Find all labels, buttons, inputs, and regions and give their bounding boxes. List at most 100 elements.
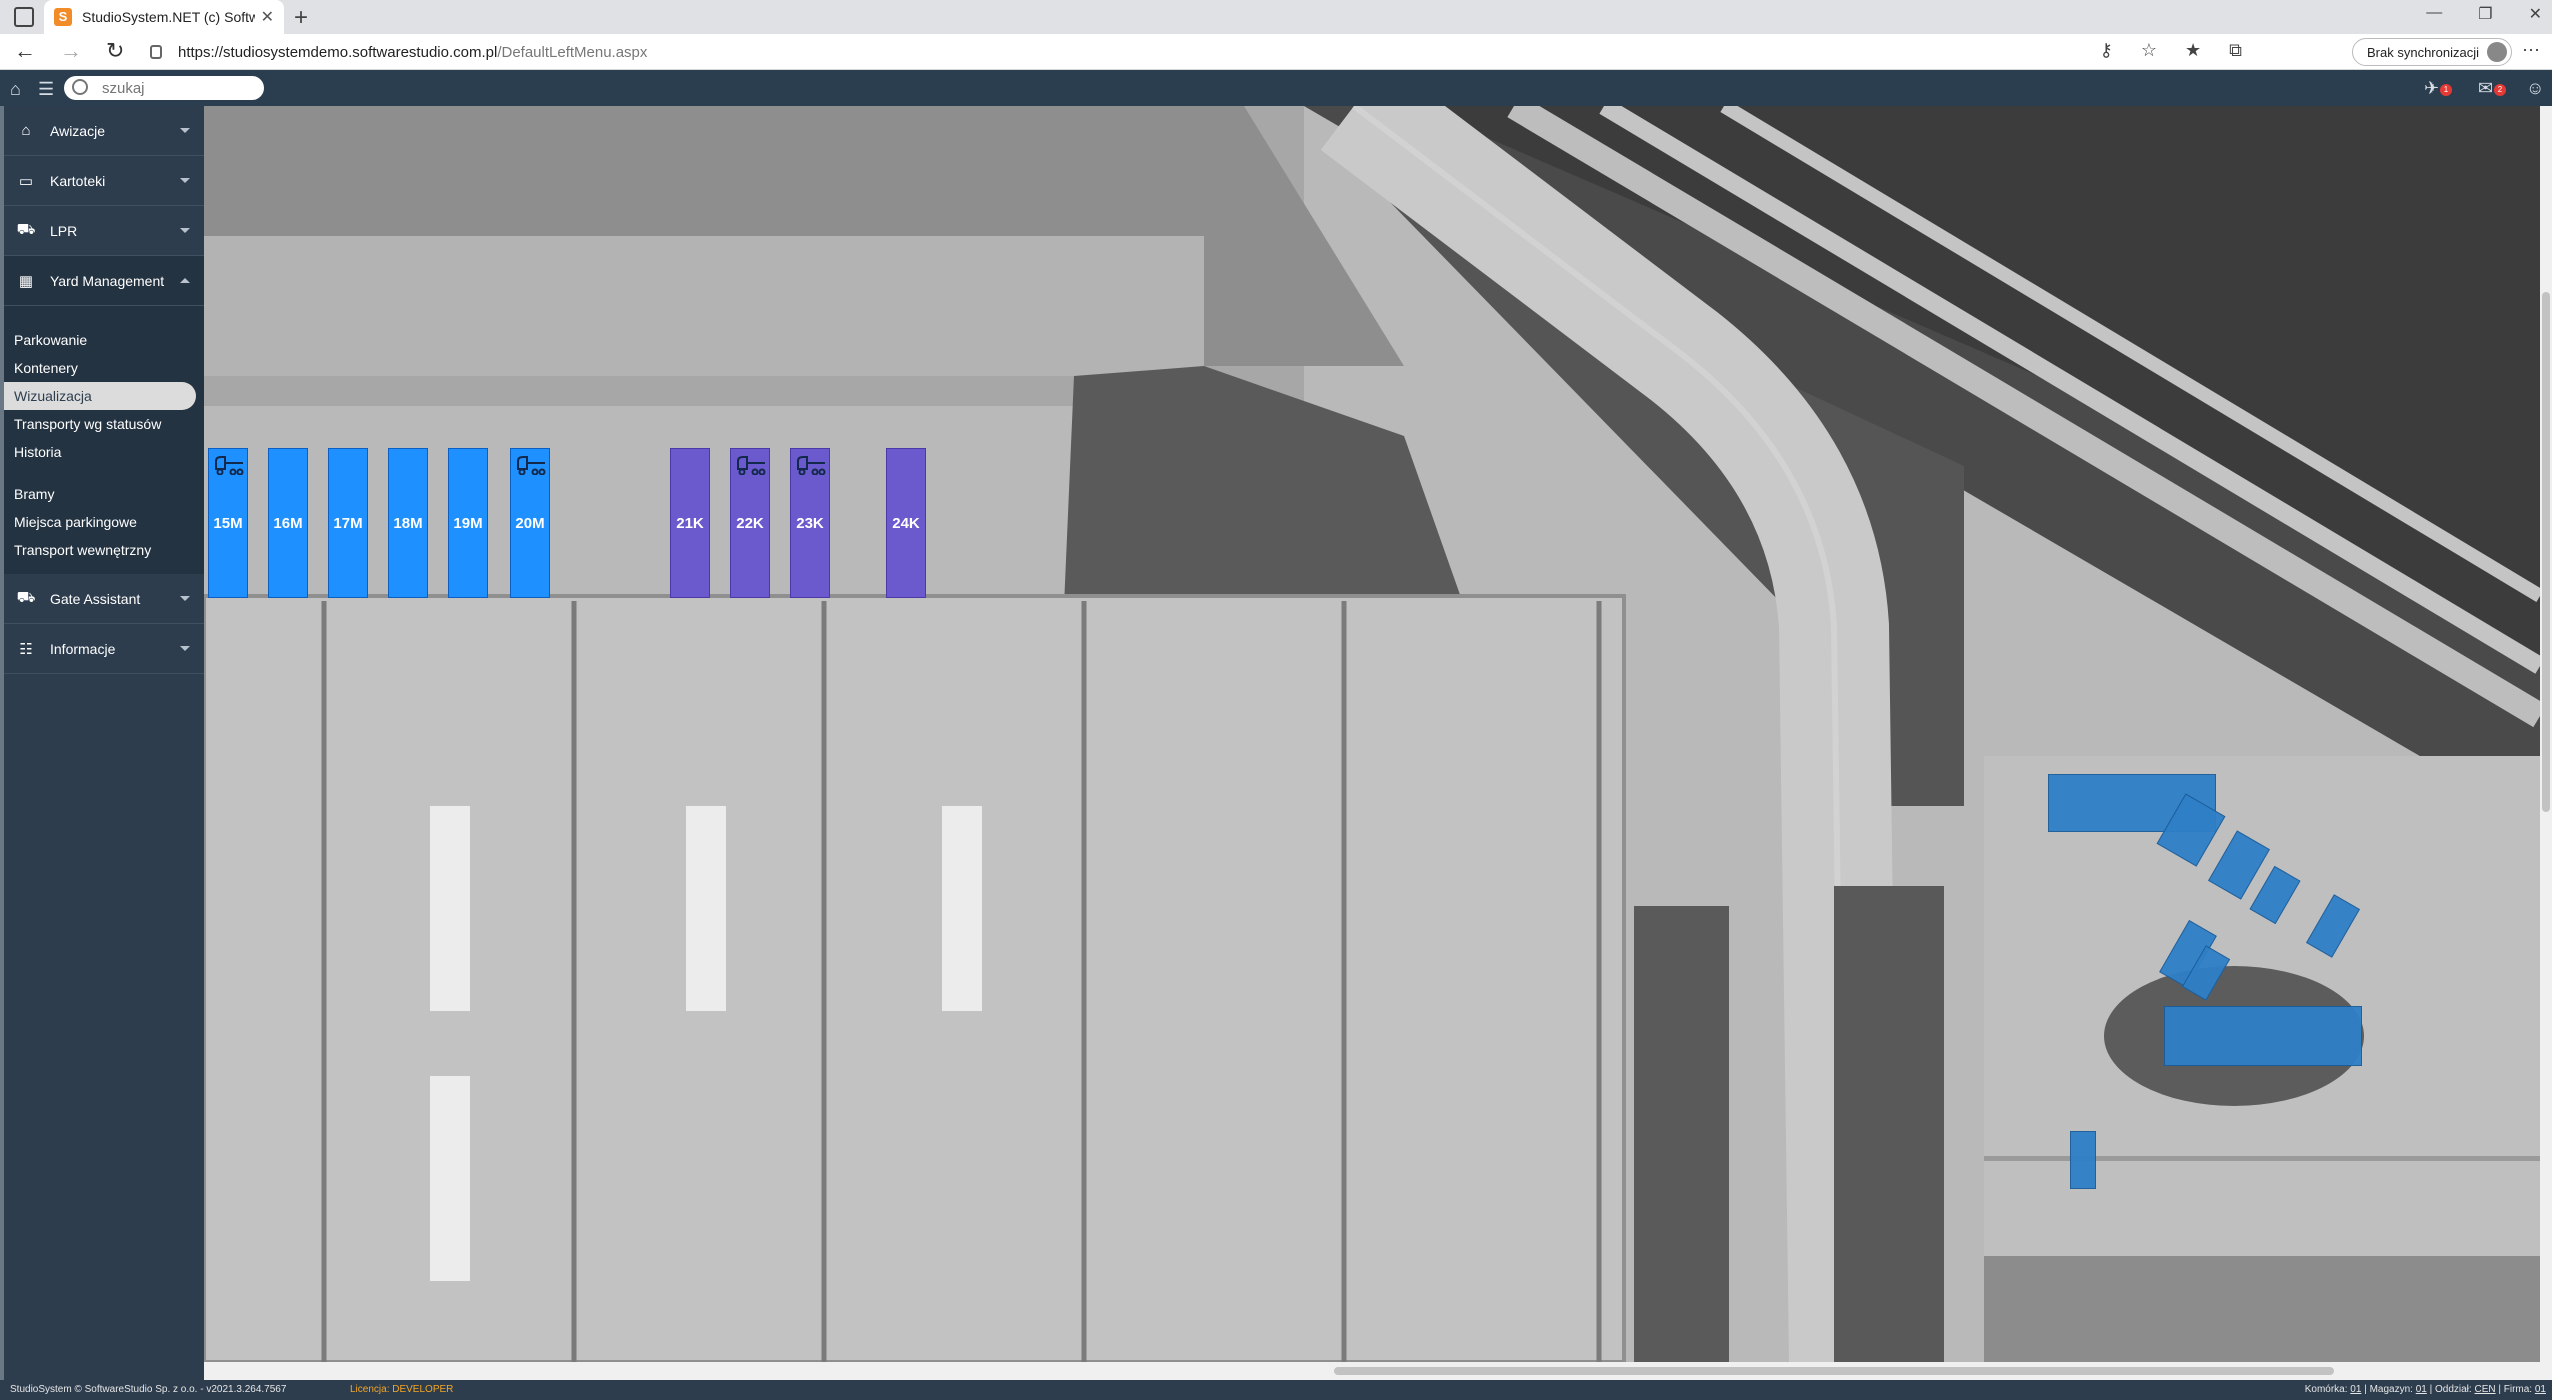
search-input[interactable] [64,76,264,100]
collections-icon[interactable]: ⧉ [2229,40,2242,61]
gate-icon: ⛟ [16,589,36,606]
parking-slot-16m[interactable]: 16M [268,448,308,598]
favorites-icon[interactable]: ★ [2185,40,2201,61]
vertical-scrollbar[interactable] [2540,106,2552,1362]
url-field[interactable]: https://studiosystemdemo.softwarestudio.… [150,39,2170,65]
profile-avatar [2487,42,2507,62]
sidebar-item-transporty-wg-statusow[interactable]: Transporty wg statusów [4,410,204,438]
add-favorite-icon[interactable]: ☆ [2141,40,2157,61]
sidebar-section-kartoteki[interactable]: ▭ Kartoteki [4,156,204,206]
yard-map[interactable]: 15M 16M 17M 18M 19M 20M 21K 22K 23K 24K [204,106,2540,1362]
folder-icon: ▭ [18,172,34,190]
parking-slot-23k[interactable]: 23K [790,448,830,598]
sidebar-item-kontenery[interactable]: Kontenery [4,354,204,382]
lock-icon [150,45,162,59]
parking-slot-20m[interactable]: 20M [510,448,550,598]
truck-icon [737,456,766,475]
parking-slot-22k[interactable]: 22K [730,448,770,598]
sitemap-icon: ☷ [19,640,33,658]
parking-slot-label: 23K [796,514,824,532]
home-icon[interactable]: ⌂ [10,79,21,100]
komorka-value[interactable]: 01 [2350,1384,2361,1395]
scrollbar-thumb[interactable] [2542,292,2550,812]
parking-slot-24k[interactable]: 24K [886,448,926,598]
parking-slot-21k[interactable]: 21K [670,448,710,598]
scrollbar-thumb[interactable] [1334,1367,2334,1375]
truck-icon [215,456,244,475]
parking-slot-17m[interactable]: 17M [328,448,368,598]
sidebar-section-yard-management[interactable]: ▦ Yard Management [4,256,204,306]
mail-notification-icon[interactable]: ✉ [2478,78,2493,99]
restore-icon[interactable]: ❐ [2478,4,2492,24]
mail-notification-badge: 2 [2494,84,2506,96]
oddzial-label: Oddział: [2435,1384,2472,1395]
window-menu-icon[interactable] [14,7,34,27]
sidebar-item-miejsca-parkingowe[interactable]: Miejsca parkingowe [4,508,204,536]
parking-slot-label: 20M [515,514,545,532]
plane-notification-icon[interactable]: ✈ [2424,78,2439,99]
horizontal-scrollbar[interactable] [204,1362,2552,1380]
chevron-down-icon [180,596,190,601]
parking-slot-18m[interactable]: 18M [388,448,428,598]
parking-slot-label: 21K [676,514,704,532]
context-info: Komórka: 01 | Magazyn: 01 | Oddział: CEN… [2304,1384,2546,1395]
parking-slot-19m[interactable]: 19M [448,448,488,598]
key-icon[interactable]: ⚷ [2100,40,2113,61]
sidebar-item-bramy[interactable]: Bramy [4,480,204,508]
user-icon[interactable]: ☺ [2526,78,2544,99]
parking-slot-label: 19M [453,514,483,532]
parking-slot-label: 18M [393,514,423,532]
parking-slot-label: 16M [273,514,303,532]
parking-slot-label: 22K [736,514,764,532]
magazyn-value[interactable]: 01 [2416,1384,2427,1395]
sidebar-section-label: Awizacje [50,122,105,139]
plane-notification-badge: 1 [2440,84,2452,96]
chevron-up-icon [180,278,190,283]
aerial-photo [204,106,2540,1362]
sidebar-section-label: Yard Management [50,272,165,289]
minimize-icon[interactable]: — [2426,4,2442,24]
back-icon[interactable]: ← [14,38,36,64]
sync-label: Brak synchronizacji [2367,44,2479,60]
sidebar-item-transport-wewnetrzny[interactable]: Transport wewnętrzny [4,536,204,564]
new-tab-icon[interactable]: + [294,4,308,32]
url-path: /DefaultLeftMenu.aspx [497,43,648,61]
copyright-text: StudioSystem © SoftwareStudio Sp. z o.o.… [10,1384,287,1395]
parking-slot-label: 17M [333,514,363,532]
sidebar-item-historia[interactable]: Historia [4,438,204,466]
more-menu-icon[interactable]: ⋯ [2522,40,2540,61]
sidebar-section-label: Informacje [50,640,116,657]
komorka-label: Komórka: [2304,1384,2348,1395]
status-bar: StudioSystem © SoftwareStudio Sp. z o.o.… [0,1380,2552,1400]
sidebar-section-label: Gate Assistant [50,590,141,607]
parking-slot-group-middle[interactable] [2164,1006,2362,1066]
close-tab-icon[interactable]: ✕ [261,7,274,27]
close-window-icon[interactable]: ✕ [2529,4,2542,24]
reload-icon[interactable]: ↻ [106,38,124,64]
parking-slot-15m[interactable]: 15M [208,448,248,598]
parking-slot-label: 24K [892,514,920,532]
truck-icon [797,456,826,475]
sidebar-section-awizacje[interactable]: ⌂ Awizacje [4,106,204,156]
truck-icon: ⛟ [16,221,36,238]
license-text: Licencja: DEVELOPER [350,1384,454,1395]
firma-value[interactable]: 01 [2535,1384,2546,1395]
browser-tabstrip: S StudioSystem.NET (c) SoftwareStudio ✕ … [0,0,2552,34]
forward-icon[interactable]: → [60,38,82,64]
oddzial-value[interactable]: CEN [2474,1384,2495,1395]
sidebar-section-lpr[interactable]: ⛟ LPR [4,206,204,256]
menu-toggle-icon[interactable]: ☰ [38,79,54,100]
yard-icon: ▦ [18,272,34,290]
sidebar-item-wizualizacja[interactable]: Wizualizacja [4,382,196,410]
sidebar-section-gate-assistant[interactable]: ⛟ Gate Assistant [4,574,204,624]
sidebar-section-informacje[interactable]: ☷ Informacje [4,624,204,674]
sync-button[interactable]: Brak synchronizacji [2352,38,2512,66]
sidebar: ⌂ Awizacje ▭ Kartoteki ⛟ LPR ▦ Yard Mana… [0,106,204,1382]
sidebar-item-parkowanie[interactable]: Parkowanie [4,326,204,354]
firma-label: Firma: [2503,1384,2533,1395]
address-bar: ← → ↻ https://studiosystemdemo.softwares… [0,34,2552,70]
parking-slot-bottom-left[interactable] [2070,1131,2096,1189]
browser-tab[interactable]: S StudioSystem.NET (c) SoftwareStudio ✕ [44,0,284,34]
yard-management-submenu: Parkowanie Kontenery Wizualizacja Transp… [4,306,204,574]
tab-title: StudioSystem.NET (c) SoftwareStudio [82,9,255,25]
